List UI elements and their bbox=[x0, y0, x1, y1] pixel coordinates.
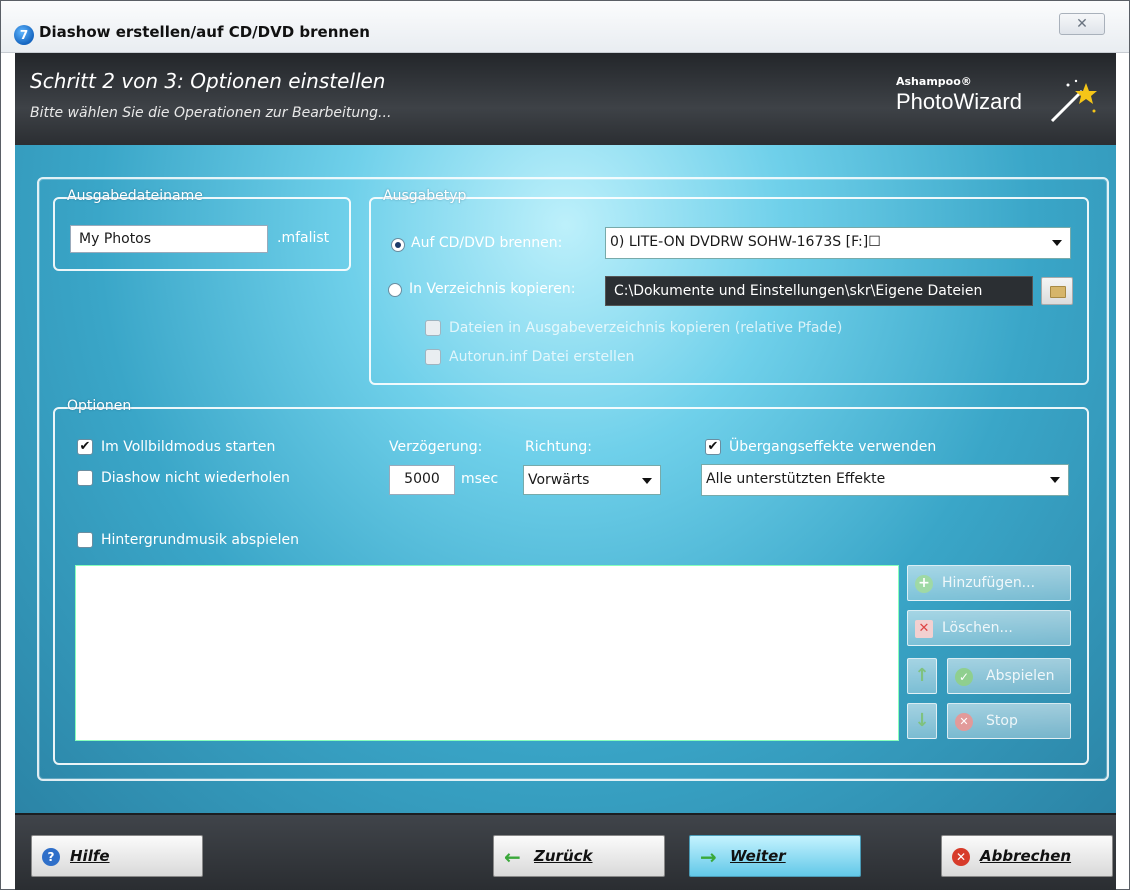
help-icon bbox=[42, 848, 60, 866]
copy-files-label: Dateien in Ausgabeverzeichnis kopieren (… bbox=[449, 320, 843, 336]
output-type-legend: Ausgabetyp bbox=[383, 188, 467, 204]
direction-select[interactable]: Vorwärts bbox=[523, 465, 661, 495]
filename-extension: .mfalist bbox=[277, 230, 330, 246]
add-music-button[interactable]: Hinzufügen... bbox=[907, 565, 1071, 601]
back-button[interactable]: Zurück bbox=[493, 835, 665, 877]
title-bar: 7 Diashow erstellen/auf CD/DVD brennen ✕ bbox=[1, 1, 1129, 53]
main-content: Ausgabedateiname My Photos .mfalist Ausg… bbox=[15, 145, 1116, 813]
chevron-down-icon bbox=[1052, 240, 1062, 246]
folder-icon bbox=[1050, 286, 1066, 298]
move-down-button[interactable]: ↓ bbox=[907, 703, 937, 739]
burn-label: Auf CD/DVD brennen: bbox=[411, 235, 563, 251]
logo-brand: Ashampoo® bbox=[896, 75, 972, 88]
dialog-window: 7 Diashow erstellen/auf CD/DVD brennen ✕… bbox=[0, 0, 1130, 890]
copy-label: In Verzeichnis kopieren: bbox=[409, 281, 576, 297]
filename-input[interactable]: My Photos bbox=[70, 225, 268, 253]
delay-unit: msec bbox=[461, 471, 499, 487]
delete-music-button[interactable]: Löschen... bbox=[907, 610, 1071, 646]
photowizard-logo: Ashampoo® PhotoWizard bbox=[894, 71, 1104, 131]
direction-label: Richtung: bbox=[525, 439, 593, 455]
next-button[interactable]: Weiter bbox=[689, 835, 861, 877]
chevron-down-icon bbox=[1050, 477, 1060, 483]
step-subtitle: Bitte wählen Sie die Operationen zur Bea… bbox=[30, 105, 392, 121]
delete-icon bbox=[915, 620, 933, 638]
chevron-down-icon bbox=[642, 478, 652, 484]
no-repeat-checkbox[interactable] bbox=[77, 470, 93, 486]
window-title: Diashow erstellen/auf CD/DVD brennen bbox=[39, 23, 370, 41]
transitions-label: Übergangseffekte verwenden bbox=[729, 439, 937, 455]
direction-select-value: Vorwärts bbox=[528, 472, 590, 488]
wizard-footer: Hilfe Zurück Weiter Abbrechen bbox=[15, 813, 1116, 890]
cancel-icon bbox=[952, 848, 970, 866]
stop-icon bbox=[955, 713, 973, 731]
music-checkbox[interactable] bbox=[77, 532, 93, 548]
copy-radio[interactable] bbox=[388, 283, 402, 297]
music-label: Hintergrundmusik abspielen bbox=[101, 532, 299, 548]
directory-path-field[interactable]: C:\Dokumente und Einstellungen\skr\Eigen… bbox=[605, 276, 1033, 306]
cancel-button[interactable]: Abbrechen bbox=[941, 835, 1113, 877]
burn-radio[interactable] bbox=[391, 238, 405, 252]
stop-music-button[interactable]: Stop bbox=[947, 703, 1071, 739]
drive-select-value: 0) LITE-ON DVDRW SOHW-1673S [F:]☐ bbox=[610, 234, 881, 250]
output-filename-legend: Ausgabedateiname bbox=[67, 188, 203, 204]
help-button[interactable]: Hilfe bbox=[31, 835, 203, 877]
move-up-button[interactable]: ↑ bbox=[907, 658, 937, 694]
copy-files-checkbox[interactable] bbox=[425, 320, 441, 336]
play-music-label: Abspielen bbox=[986, 668, 1055, 684]
fullscreen-label: Im Vollbildmodus starten bbox=[101, 439, 276, 455]
autorun-label: Autorun.inf Datei erstellen bbox=[449, 349, 635, 365]
effects-select[interactable]: Alle unterstützten Effekte bbox=[701, 464, 1069, 496]
options-legend: Optionen bbox=[67, 398, 132, 414]
autorun-checkbox[interactable] bbox=[425, 349, 441, 365]
step-title: Schritt 2 von 3: Optionen einstellen bbox=[30, 69, 386, 93]
no-repeat-label: Diashow nicht wiederholen bbox=[101, 470, 290, 486]
drive-select[interactable]: 0) LITE-ON DVDRW SOHW-1673S [F:]☐ bbox=[605, 227, 1071, 259]
add-music-label: Hinzufügen... bbox=[942, 575, 1036, 591]
back-label: Zurück bbox=[534, 847, 593, 865]
delay-input[interactable]: 5000 bbox=[389, 465, 455, 495]
delay-label: Verzögerung: bbox=[389, 439, 483, 455]
arrow-left-icon bbox=[504, 845, 526, 869]
next-label: Weiter bbox=[730, 847, 786, 865]
transitions-checkbox[interactable]: ✔ bbox=[705, 439, 721, 455]
effects-select-value: Alle unterstützten Effekte bbox=[706, 471, 886, 487]
cancel-label: Abbrechen bbox=[980, 847, 1072, 865]
delete-music-label: Löschen... bbox=[942, 620, 1013, 636]
app-icon: 7 bbox=[14, 25, 34, 45]
arrow-right-icon bbox=[700, 845, 722, 869]
magic-wand-icon bbox=[1050, 79, 1097, 123]
help-label: Hilfe bbox=[70, 847, 110, 865]
browse-folder-button[interactable] bbox=[1041, 277, 1073, 305]
plus-icon bbox=[915, 574, 933, 593]
logo-name: PhotoWizard bbox=[896, 89, 1022, 114]
wizard-header: Schritt 2 von 3: Optionen einstellen Bit… bbox=[15, 53, 1116, 145]
play-icon bbox=[955, 668, 973, 686]
fullscreen-checkbox[interactable]: ✔ bbox=[77, 439, 93, 455]
close-button[interactable]: ✕ bbox=[1059, 13, 1105, 35]
play-music-button[interactable]: Abspielen bbox=[947, 658, 1071, 694]
stop-music-label: Stop bbox=[986, 713, 1018, 729]
music-file-list[interactable] bbox=[75, 565, 899, 741]
